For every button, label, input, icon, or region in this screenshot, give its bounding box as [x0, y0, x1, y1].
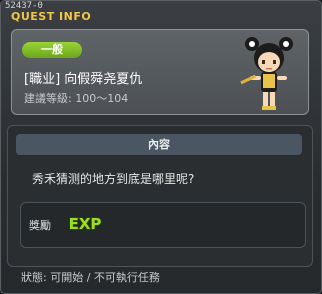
category-badge: 一般	[22, 42, 82, 58]
window-title: QUEST INFO	[11, 10, 92, 23]
quest-content-card: 內容 秀禾猜测的地方到底是哪里呢? 獎勵 EXP	[7, 125, 313, 267]
character-avatar-icon	[240, 37, 293, 110]
reward-label: 獎勵	[29, 219, 51, 232]
content-header: 內容	[16, 134, 302, 155]
quest-description: 秀禾猜测的地方到底是哪里呢?	[32, 172, 195, 186]
quest-name: [職业] 向假舜尧夏仇	[24, 72, 143, 87]
exp-icon: EXP	[68, 214, 102, 233]
quest-level: 建議等級: 100～104	[24, 92, 129, 105]
svg-text:EXP: EXP	[69, 215, 102, 233]
quest-status: 狀態: 可開始 / 不可執行任務	[21, 271, 160, 284]
quest-info-window: 52437-0 QUEST INFO 一般 [職业] 向假舜尧夏仇 建議等級: …	[0, 0, 322, 294]
quest-summary-card: 一般 [職业] 向假舜尧夏仇 建議等級: 100～104	[11, 29, 309, 115]
reward-box: 獎勵 EXP	[20, 202, 306, 248]
